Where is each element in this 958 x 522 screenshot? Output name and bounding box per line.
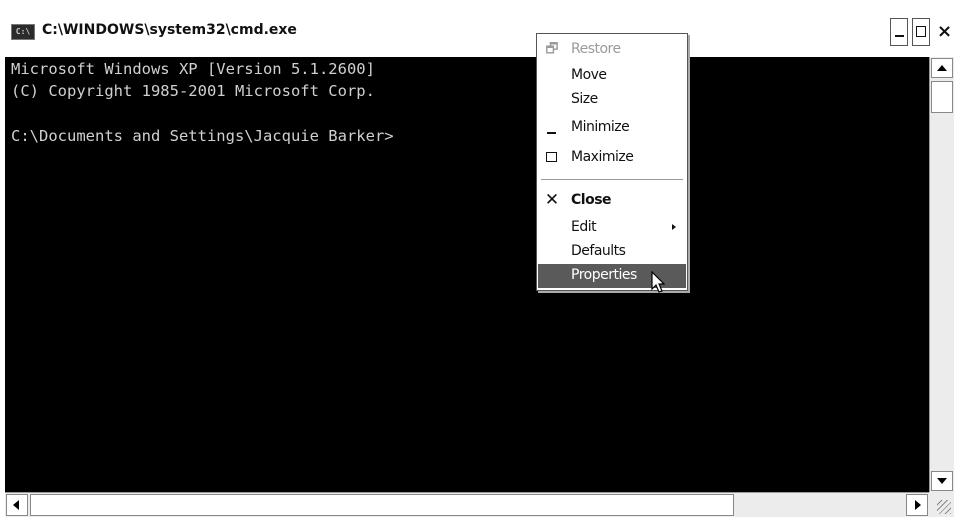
menu-item-restore[interactable]: 🗗 Restore (538, 38, 686, 62)
menu-item-maximize[interactable]: Maximize (538, 146, 686, 170)
vertical-scroll-thumb[interactable] (931, 81, 953, 113)
menu-item-label: Minimize (571, 119, 630, 135)
menu-item-label: Maximize (571, 149, 634, 165)
console-line: Microsoft Windows XP [Version 5.1.2600] (11, 60, 375, 78)
close-icon: × (937, 21, 953, 42)
menu-item-defaults[interactable]: Defaults (538, 240, 686, 264)
menu-item-label: Size (571, 91, 598, 107)
menu-item-size[interactable]: Size (538, 88, 686, 112)
menu-item-label: Restore (571, 41, 621, 57)
scroll-left-button[interactable] (6, 494, 28, 516)
horizontal-scroll-thumb[interactable] (30, 494, 734, 516)
menu-item-edit[interactable]: Edit (538, 216, 686, 240)
close-icon: ✕ (544, 190, 560, 210)
menu-item-label: Close (571, 192, 612, 208)
menu-separator (541, 179, 683, 180)
restore-icon: 🗗 (545, 41, 559, 57)
console-output[interactable]: Microsoft Windows XP [Version 5.1.2600] … (5, 57, 929, 492)
minimize-button[interactable] (890, 18, 908, 46)
cmd-app-icon[interactable]: C:\ (11, 24, 35, 40)
vertical-scrollbar[interactable] (929, 57, 954, 492)
menu-item-move[interactable]: Move (538, 64, 686, 88)
scroll-right-button[interactable] (906, 494, 928, 516)
mouse-cursor-icon (651, 271, 666, 293)
scroll-up-button[interactable] (931, 58, 953, 78)
console-line: (C) Copyright 1985-2001 Microsoft Corp. (11, 82, 375, 100)
title-bar[interactable]: C:\ C:\WINDOWS\system32\cmd.exe × (0, 0, 958, 56)
menu-item-close[interactable]: ✕ Close (538, 189, 686, 213)
menu-item-label: Properties (571, 267, 637, 283)
system-menu: 🗗 Restore Move Size Minimize Maximize ✕ … (536, 33, 688, 291)
maximize-icon (543, 148, 561, 166)
menu-item-label: Defaults (571, 243, 626, 259)
maximize-button[interactable] (912, 18, 930, 46)
resize-grip[interactable] (929, 492, 954, 517)
console-prompt-line: C:\Documents and Settings\Jacquie Barker… (11, 127, 394, 145)
menu-item-label: Move (571, 67, 607, 83)
close-button[interactable]: × (934, 18, 952, 46)
menu-item-minimize[interactable]: Minimize (538, 116, 686, 140)
minimize-icon (543, 118, 561, 136)
submenu-arrow-icon (672, 224, 676, 230)
horizontal-scrollbar[interactable] (5, 492, 929, 517)
scroll-down-button[interactable] (931, 471, 953, 491)
menu-item-label: Edit (571, 219, 597, 235)
window-title: C:\WINDOWS\system32\cmd.exe (42, 22, 297, 38)
